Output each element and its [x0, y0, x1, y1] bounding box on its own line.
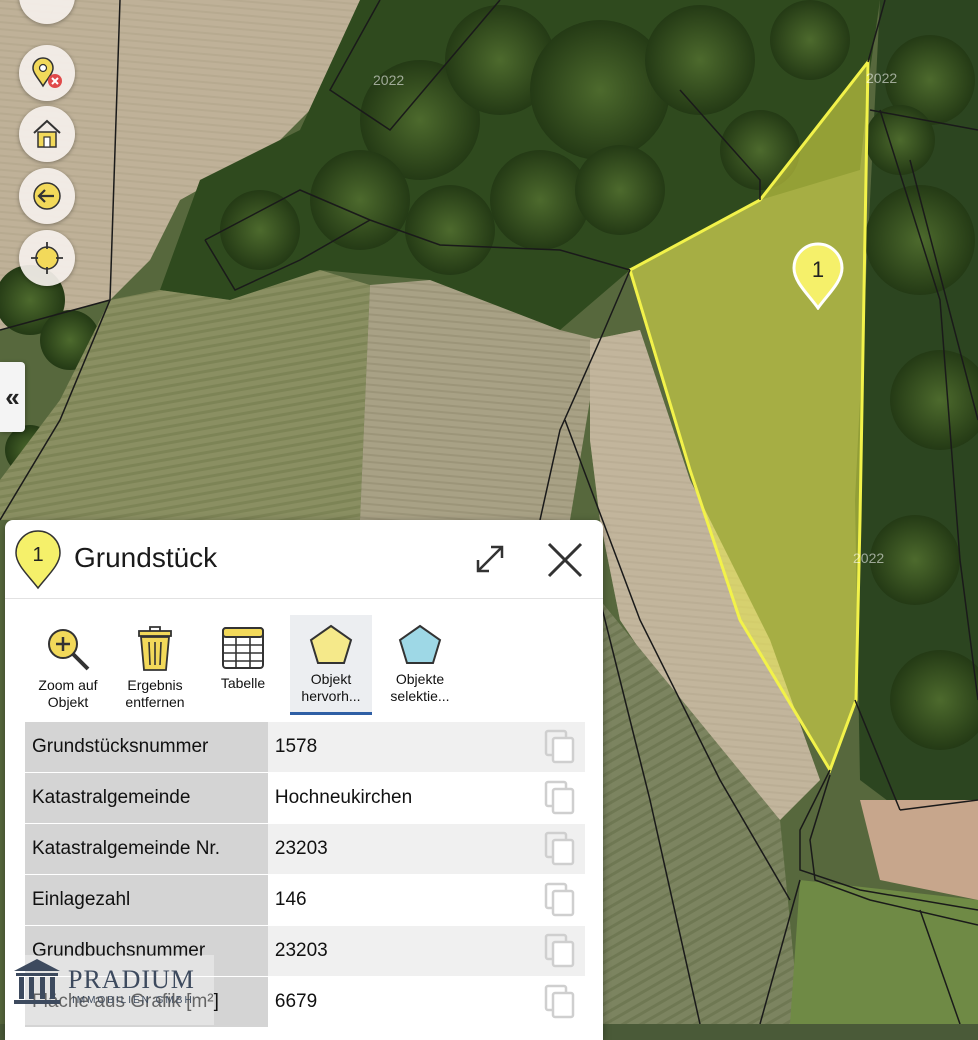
trash-icon	[138, 626, 172, 671]
attribute-key: Katastralgemeinde Nr.	[25, 823, 268, 875]
watermark-logo: PRADIUM IMMOBILIEN GMBH	[6, 955, 214, 1025]
collapse-sidebar-button[interactable]: «	[0, 362, 25, 432]
copy-button[interactable]	[534, 772, 585, 824]
building-logo-icon	[14, 959, 60, 1004]
attribute-row: Einlagezahl 146	[25, 874, 585, 926]
attribute-key: Grundstücksnummer	[25, 722, 268, 773]
parcel-marker[interactable]: 1	[790, 242, 846, 310]
polygon-select-icon	[398, 624, 442, 664]
highlight-label-line1: Objekt	[310, 671, 352, 687]
polygon-highlight-icon	[309, 624, 353, 664]
home-button[interactable]	[19, 106, 75, 162]
zoom-to-object-button[interactable]: Zoom auf Objekt	[27, 615, 109, 715]
map-year-label: 2022	[853, 550, 885, 566]
attribute-value: 6679	[267, 976, 535, 1028]
table-button[interactable]: Tabelle	[202, 615, 284, 715]
copy-icon	[544, 984, 575, 1019]
remove-marker-button[interactable]	[19, 45, 75, 101]
zoom-in-icon	[48, 629, 90, 671]
remove-result-button[interactable]: Ergebnis entfernen	[114, 615, 196, 715]
copy-button[interactable]	[534, 874, 585, 926]
attribute-value: 23203	[267, 925, 535, 977]
arrow-left-icon	[33, 182, 61, 210]
home-icon	[33, 119, 61, 148]
table-label: Tabelle	[220, 675, 266, 691]
highlight-object-button[interactable]: Objekt hervorh...	[290, 615, 372, 715]
copy-icon	[544, 729, 575, 764]
pin-label: 1	[32, 544, 43, 566]
attribute-value: 146	[267, 874, 535, 926]
remove-label-line2: entfernen	[125, 694, 185, 710]
panel-toolbar: Zoom auf Objekt Ergebnis entfernen Tabel…	[5, 615, 603, 725]
attribute-value: 23203	[267, 823, 535, 875]
table-icon	[222, 627, 264, 669]
copy-button[interactable]	[534, 976, 585, 1028]
attribute-value: 1578	[267, 722, 535, 773]
parcel-marker-label: 1	[812, 257, 824, 282]
attribute-row: Katastralgemeinde Nr. 23203	[25, 823, 585, 875]
select-label-line2: selektie...	[390, 688, 450, 704]
pin-icon: 1	[15, 530, 61, 590]
expand-icon[interactable]	[471, 540, 509, 578]
map-year-label: 2022	[373, 72, 405, 88]
locate-button[interactable]	[19, 230, 75, 286]
crosshair-icon	[31, 242, 63, 274]
copy-button[interactable]	[534, 925, 585, 977]
panel-header: 1 Grundstück	[5, 520, 603, 599]
zoom-label-line2: Objekt	[47, 694, 89, 710]
copy-icon	[544, 933, 575, 968]
panel-title: Grundstück	[74, 542, 218, 573]
attribute-row: Katastralgemeinde Hochneukirchen	[25, 772, 585, 824]
remove-label-line1: Ergebnis	[127, 677, 183, 693]
copy-button[interactable]	[534, 722, 585, 773]
attribute-row: Grundstücksnummer 1578	[25, 722, 585, 773]
select-label-line1: Objekte	[395, 671, 445, 687]
copy-icon	[544, 780, 575, 815]
copy-icon	[544, 831, 575, 866]
attribute-value: Hochneukirchen	[267, 772, 535, 824]
back-button[interactable]	[19, 168, 75, 224]
marker-remove-icon	[32, 57, 62, 88]
watermark-name: PRADIUM	[68, 965, 195, 994]
close-icon[interactable]	[545, 540, 585, 580]
copy-button[interactable]	[534, 823, 585, 875]
copy-icon	[544, 882, 575, 917]
map-year-label: 2022	[866, 70, 898, 86]
attribute-key: Katastralgemeinde	[25, 772, 268, 824]
attribute-key: Einlagezahl	[25, 874, 268, 926]
watermark-subtitle: IMMOBILIEN GMBH	[72, 995, 194, 1006]
select-objects-button[interactable]: Objekte selektie...	[379, 615, 461, 715]
zoom-label-line1: Zoom auf	[38, 677, 98, 693]
highlight-label-line2: hervorh...	[301, 688, 361, 704]
